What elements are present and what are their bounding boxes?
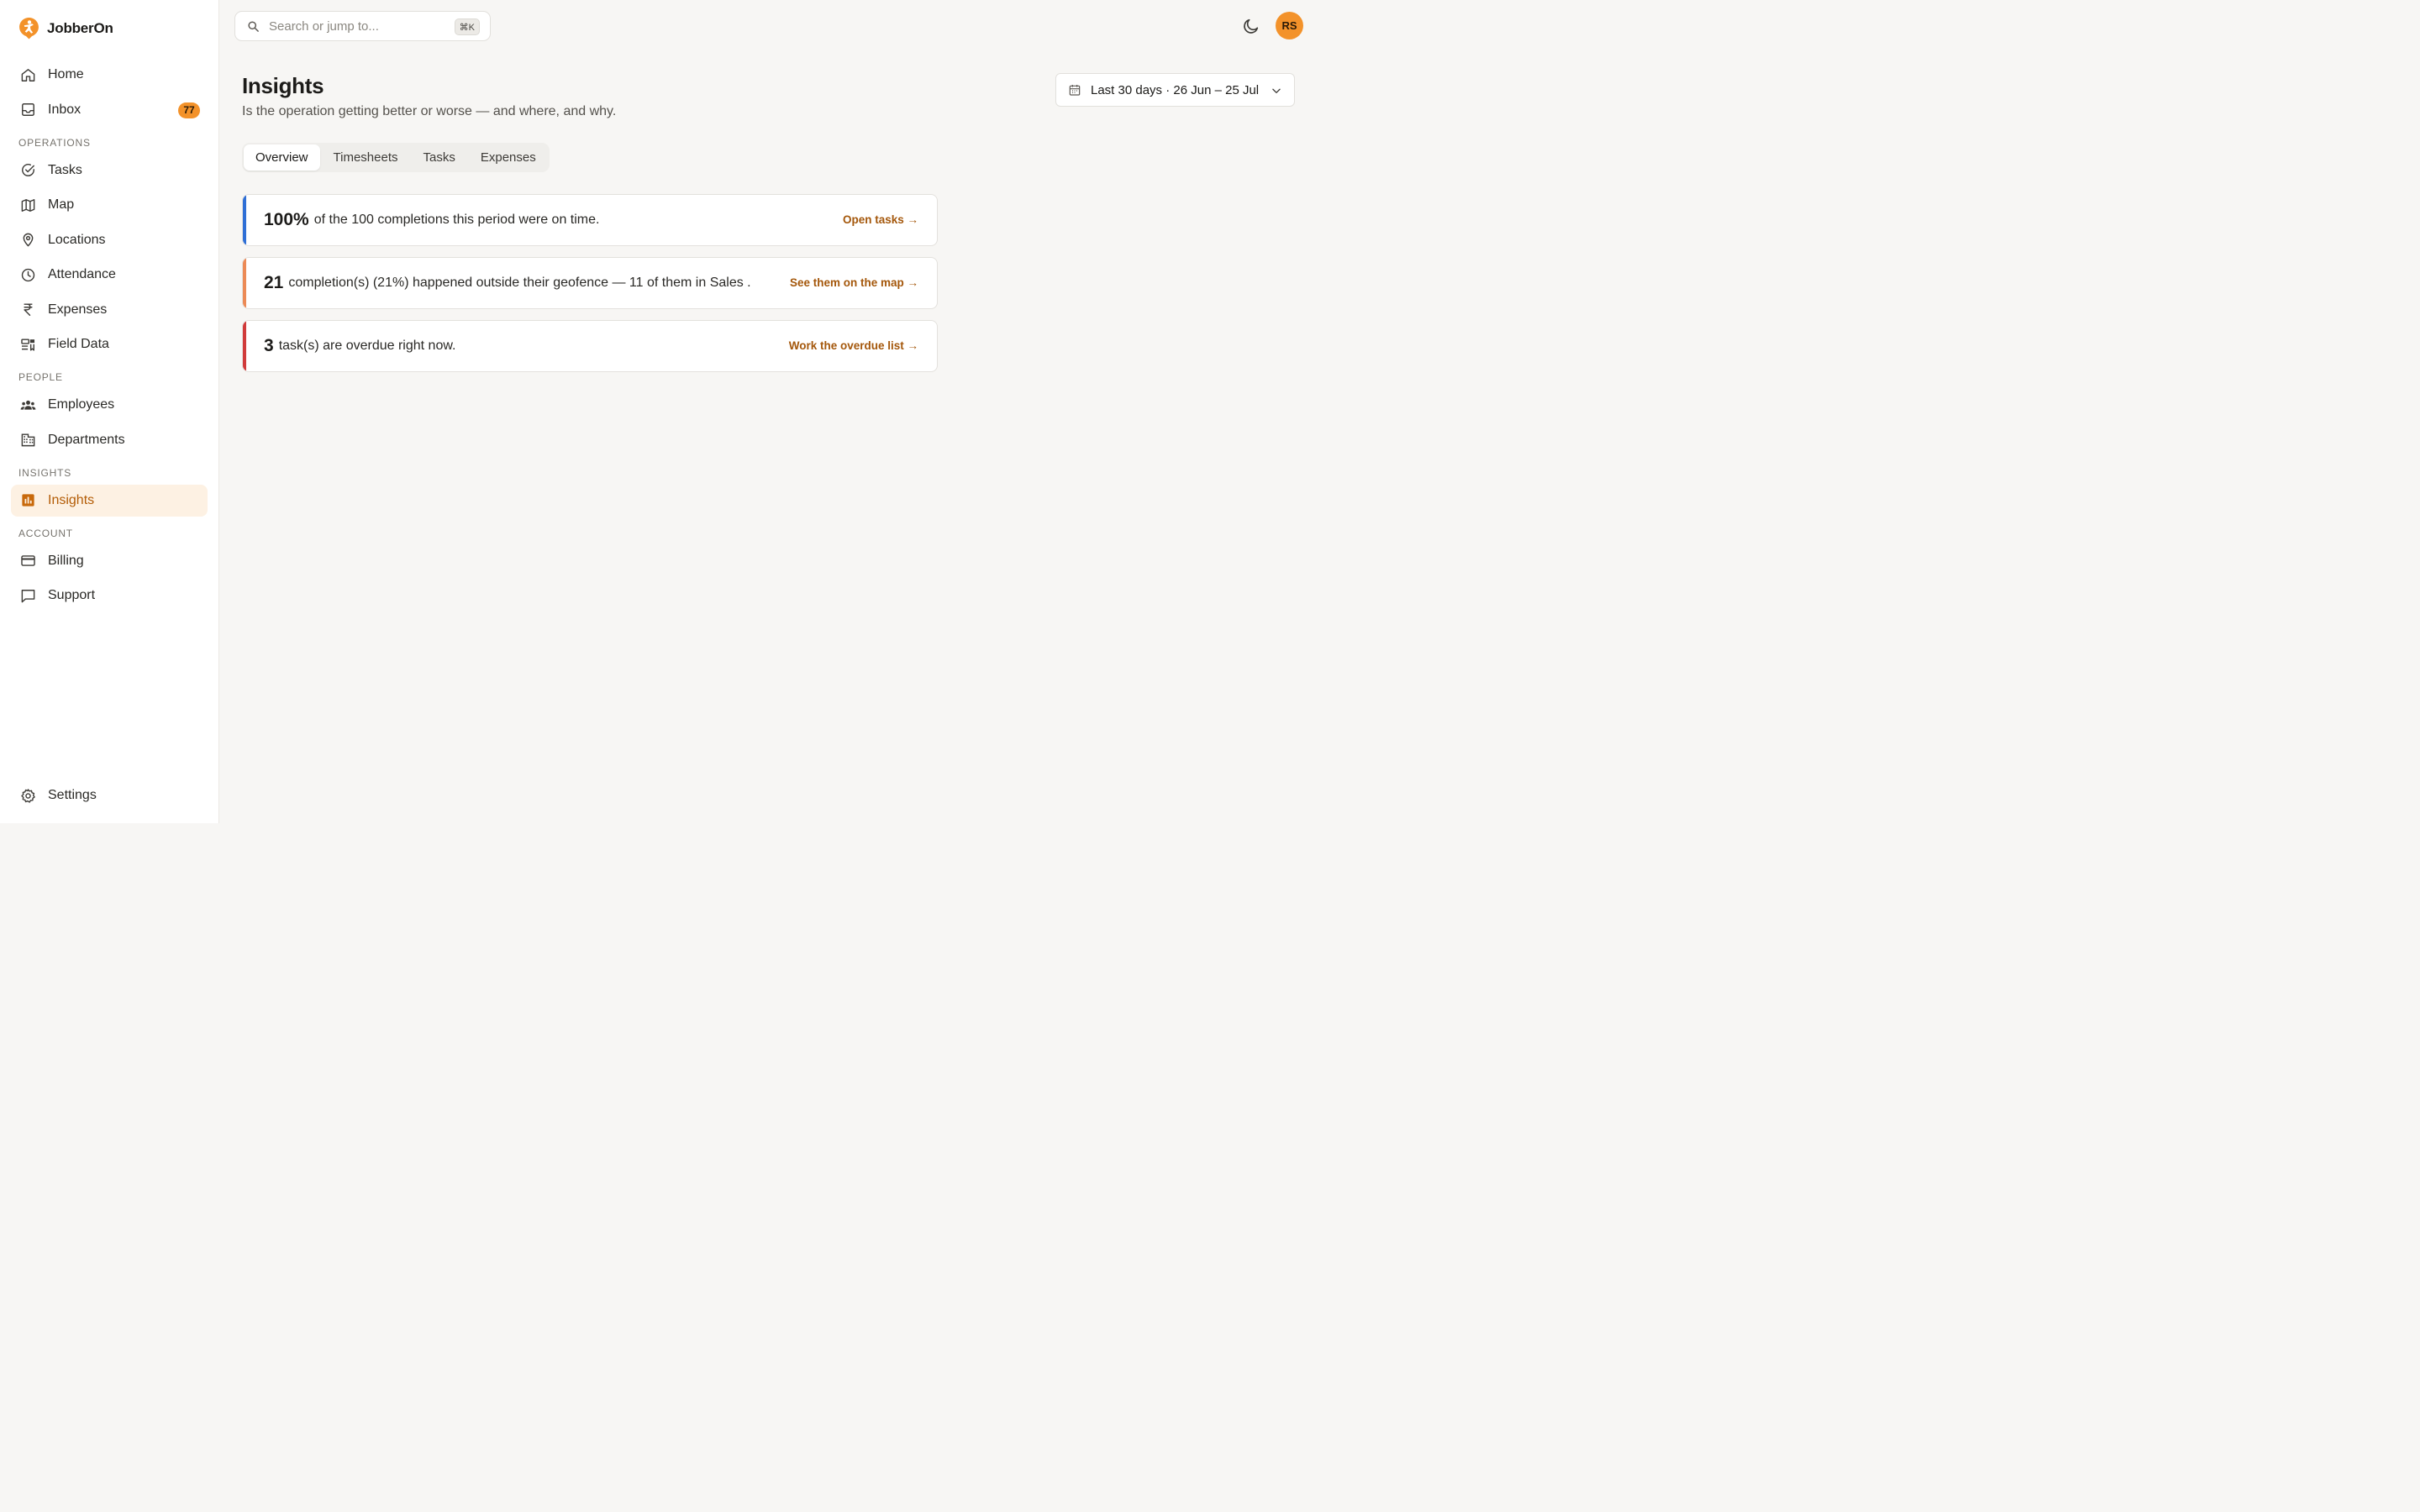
- insight-metric: 100%: [264, 210, 309, 229]
- search-icon: [248, 20, 259, 32]
- sidebar: JobberOn Home Inbox 77 OPERATIONS Tasks …: [0, 0, 219, 823]
- search-bar[interactable]: Search or jump to... ⌘K: [234, 11, 491, 41]
- app-root: JobberOn Home Inbox 77 OPERATIONS Tasks …: [0, 0, 1318, 823]
- insight-card-geofence: 21 completion(s) (21%) happened outside …: [242, 257, 938, 309]
- search-input[interactable]: Search or jump to...: [269, 19, 379, 34]
- chevron-down-icon: [1272, 88, 1281, 93]
- insight-cards: 100% of the 100 completions this period …: [242, 194, 938, 383]
- sidebar-item-label: Tasks: [48, 162, 82, 177]
- section-label-account: ACCOUNT: [18, 527, 73, 539]
- tab-overview[interactable]: Overview: [244, 144, 320, 171]
- brand-name: JobberOn: [47, 19, 113, 36]
- insight-metric: 3: [264, 336, 274, 355]
- clock-icon: [19, 266, 36, 283]
- sidebar-item-insights[interactable]: Insights: [11, 484, 208, 517]
- main-content: Search or jump to... ⌘K RS Insights Is t…: [219, 0, 1318, 823]
- sidebar-item-map[interactable]: Map: [11, 189, 208, 221]
- sidebar-item-inbox[interactable]: Inbox 77: [11, 94, 208, 126]
- sidebar-item-label: Map: [48, 197, 75, 212]
- sidebar-item-locations[interactable]: Locations: [11, 224, 208, 256]
- check-circle-icon: [19, 162, 36, 179]
- map-pin-icon: [19, 232, 36, 249]
- insight-text: task(s) are overdue right now.: [278, 339, 456, 353]
- page-subtitle: Is the operation getting better or worse…: [242, 104, 617, 118]
- top-right-actions: RS: [1242, 12, 1303, 39]
- form-icon: [19, 336, 36, 353]
- sidebar-item-label: Employees: [48, 397, 115, 412]
- card-accent-bar: [243, 258, 246, 308]
- message-icon: [19, 587, 36, 604]
- tab-timesheets[interactable]: Timesheets: [322, 144, 410, 171]
- home-icon: [19, 66, 36, 83]
- insight-text: completion(s) (21%) happened outside the…: [288, 276, 751, 290]
- inbox-icon: [19, 102, 36, 118]
- dark-mode-toggle-icon[interactable]: [1242, 17, 1260, 35]
- sidebar-item-label: Inbox: [48, 102, 82, 117]
- open-tasks-link[interactable]: Open tasks →: [843, 213, 918, 226]
- section-label-operations: OPERATIONS: [18, 136, 91, 149]
- calendar-icon: [1069, 85, 1081, 96]
- sidebar-item-label: Billing: [48, 553, 84, 568]
- sidebar-item-attendance[interactable]: Attendance: [11, 259, 208, 291]
- card-accent-bar: [243, 321, 246, 371]
- gear-icon: [19, 787, 36, 804]
- sidebar-item-label: Locations: [48, 232, 106, 247]
- search-shortcut-hint: ⌘K: [454, 18, 480, 35]
- rupee-icon: [19, 302, 36, 318]
- sidebar-item-settings[interactable]: Settings: [11, 780, 208, 811]
- sidebar-bottom: Settings: [11, 780, 208, 815]
- insight-card-on-time: 100% of the 100 completions this period …: [242, 194, 938, 246]
- sidebar-item-label: Settings: [48, 788, 97, 802]
- sidebar-item-billing[interactable]: Billing: [11, 545, 208, 577]
- insight-card-overdue: 3 task(s) are overdue right now. Work th…: [242, 320, 938, 372]
- see-on-map-link[interactable]: See them on the map →: [790, 276, 918, 289]
- insight-metric: 21: [264, 273, 284, 292]
- tab-expenses[interactable]: Expenses: [469, 144, 548, 171]
- card-accent-bar: [243, 195, 246, 245]
- sidebar-item-tasks[interactable]: Tasks: [11, 155, 208, 186]
- page-title: Insights: [242, 73, 324, 98]
- section-label-people: PEOPLE: [18, 371, 63, 383]
- inbox-count-badge: 77: [178, 102, 200, 118]
- users-icon: [19, 396, 36, 413]
- date-range-label: Last 30 days · 26 Jun – 25 Jul: [1091, 82, 1260, 97]
- sidebar-item-departments[interactable]: Departments: [11, 424, 208, 456]
- overdue-list-link[interactable]: Work the overdue list →: [789, 339, 918, 352]
- building-icon: [19, 432, 36, 449]
- brand-logo-icon: [19, 18, 39, 39]
- sidebar-item-label: Departments: [48, 432, 125, 447]
- brand[interactable]: JobberOn: [18, 17, 113, 39]
- sidebar-item-label: Field Data: [48, 337, 109, 351]
- sidebar-item-label: Home: [48, 67, 84, 81]
- sidebar-item-label: Insights: [48, 492, 95, 507]
- credit-card-icon: [19, 553, 36, 570]
- sidebar-item-label: Attendance: [48, 267, 116, 281]
- avatar[interactable]: RS: [1276, 12, 1303, 39]
- sidebar-item-support[interactable]: Support: [11, 580, 208, 612]
- sidebar-item-expenses[interactable]: Expenses: [11, 294, 208, 326]
- sidebar-item-employees[interactable]: Employees: [11, 389, 208, 421]
- sidebar-item-home[interactable]: Home: [11, 59, 208, 91]
- sidebar-item-field-data[interactable]: Field Data: [11, 328, 208, 360]
- map-icon: [19, 197, 36, 213]
- sidebar-item-label: Expenses: [48, 302, 108, 317]
- bar-chart-icon: [19, 492, 36, 509]
- date-range-picker[interactable]: Last 30 days · 26 Jun – 25 Jul: [1055, 73, 1295, 107]
- sidebar-nav: Home Inbox 77 OPERATIONS Tasks Map Locat…: [11, 59, 208, 615]
- insights-tabs: Overview Timesheets Tasks Expenses: [242, 143, 550, 172]
- section-label-insights: INSIGHTS: [18, 466, 72, 479]
- insight-text: of the 100 completions this period were …: [313, 213, 600, 227]
- tab-tasks[interactable]: Tasks: [412, 144, 467, 171]
- sidebar-item-label: Support: [48, 588, 96, 602]
